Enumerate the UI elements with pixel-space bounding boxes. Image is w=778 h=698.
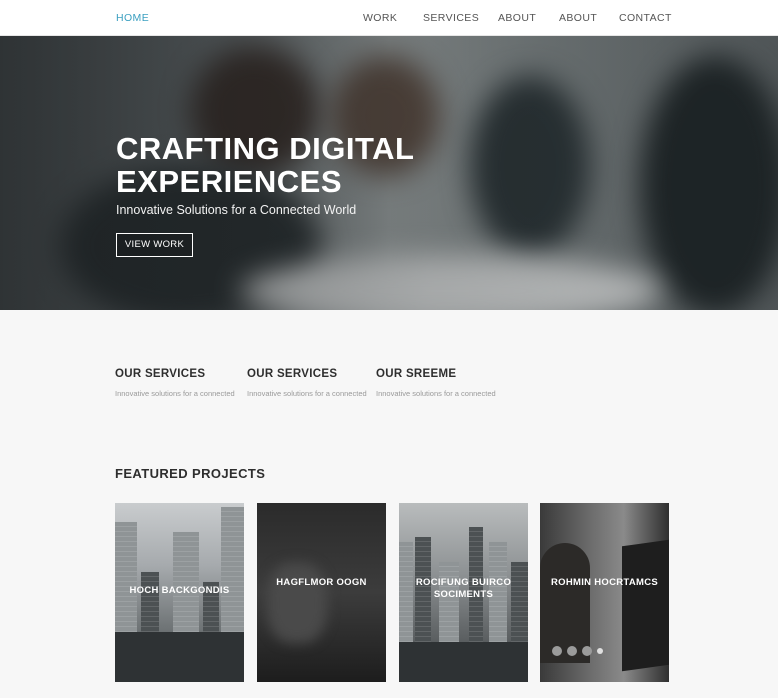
- nav-home[interactable]: HOME: [116, 12, 149, 24]
- service-text: Innovative solutions for a connected: [115, 389, 235, 398]
- carousel-dot[interactable]: [567, 646, 577, 656]
- nav-services[interactable]: SERVICES: [423, 12, 479, 24]
- project-card[interactable]: ROHMIN HOCRTAMCS: [540, 503, 669, 682]
- hero-title: CRAFTING DIGITAL EXPERIENCES: [116, 131, 414, 199]
- frame-shape: [622, 539, 669, 672]
- service-title: OUR SERVICES: [247, 368, 338, 380]
- project-caption: ROCIFUNG BUIRCO SOCIMENTS: [415, 577, 512, 600]
- nav-about-2[interactable]: ABOUT: [559, 12, 597, 24]
- nav-contact[interactable]: CONTACT: [619, 12, 672, 24]
- service-text: Innovative solutions for a connected: [376, 389, 496, 398]
- hero-subtitle: Innovative Solutions for a Connected Wor…: [116, 203, 357, 217]
- service-block: OUR SERVICES Innovative solutions for a …: [247, 368, 367, 399]
- service-title: OUR SERVICES: [115, 368, 206, 380]
- service-text: Innovative solutions for a connected: [247, 389, 367, 398]
- top-nav: HOME WORK SERVICES ABOUT ABOUT CONTACT: [0, 0, 778, 36]
- project-card[interactable]: HAGFLMOR OOGN: [257, 503, 386, 682]
- person-shape: [540, 543, 590, 663]
- hero-banner: CRAFTING DIGITAL EXPERIENCES Innovative …: [0, 36, 778, 310]
- nav-about[interactable]: ABOUT: [498, 12, 536, 24]
- project-caption: HOCH BACKGONDIS: [129, 585, 230, 596]
- project-card[interactable]: HOCH BACKGONDIS: [115, 503, 244, 682]
- service-block: OUR SERVICES Innovative solutions for a …: [115, 368, 235, 399]
- project-caption: ROHMIN HOCRTAMCS: [550, 577, 658, 588]
- carousel-dot[interactable]: [582, 646, 592, 656]
- person-shape: [267, 563, 327, 643]
- view-work-button[interactable]: VIEW WORK: [116, 233, 193, 257]
- service-block: OUR SREEME Innovative solutions for a co…: [376, 368, 496, 399]
- street-shape: [115, 632, 244, 682]
- carousel-dot[interactable]: [552, 646, 562, 656]
- street-shape: [399, 642, 528, 682]
- project-caption: HAGFLMOR OOGN: [276, 577, 367, 588]
- carousel-dots: [552, 646, 603, 656]
- service-title: OUR SREEME: [376, 368, 457, 380]
- carousel-dot[interactable]: [597, 648, 603, 654]
- featured-heading: FEATURED PROJECTS: [115, 466, 266, 481]
- project-card[interactable]: ROCIFUNG BUIRCO SOCIMENTS: [399, 503, 528, 682]
- nav-work[interactable]: WORK: [363, 12, 397, 24]
